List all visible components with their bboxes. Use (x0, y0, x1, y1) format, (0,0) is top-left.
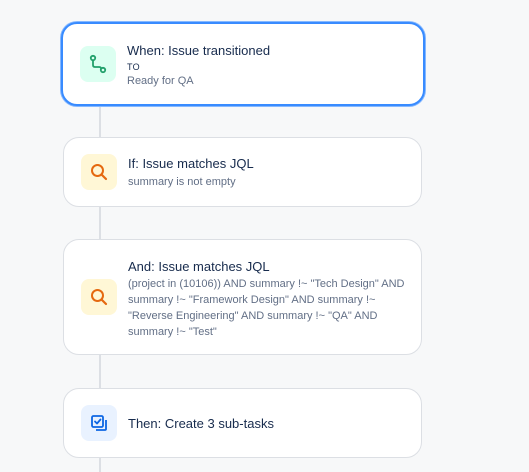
condition-2-detail-line: summary !~ "Framework Design" AND summar… (128, 294, 376, 306)
condition-2-detail-line: (project in (10106)) AND summary !~ "Tec… (128, 278, 405, 290)
trigger-title: When: Issue transitioned (127, 43, 271, 58)
search-icon (81, 279, 117, 315)
flow-connector (99, 104, 101, 138)
subtask-icon (81, 405, 117, 441)
flow-connector (99, 456, 101, 472)
condition-card-2[interactable]: And: Issue matches JQL (project in (1010… (63, 239, 422, 355)
condition-1-detail: summary is not empty (128, 176, 236, 188)
trigger-to-label: TO (127, 62, 140, 72)
trigger-card[interactable]: When: Issue transitioned TO Ready for QA (61, 22, 425, 106)
flow-connector (99, 206, 101, 240)
action-card[interactable]: Then: Create 3 sub-tasks (63, 388, 422, 458)
condition-card-1[interactable]: If: Issue matches JQL summary is not emp… (63, 137, 422, 207)
condition-2-detail-line: "Reverse Engineering" AND summary !~ "QA… (128, 310, 378, 322)
transition-icon (80, 46, 116, 82)
condition-2-title: And: Issue matches JQL (128, 259, 270, 274)
condition-2-detail-line: summary !~ "Test" (128, 326, 217, 338)
condition-1-title: If: Issue matches JQL (128, 156, 254, 171)
search-icon (81, 154, 117, 190)
flow-connector (99, 354, 101, 388)
action-title: Then: Create 3 sub-tasks (128, 416, 274, 431)
trigger-status: Ready for QA (127, 75, 194, 87)
